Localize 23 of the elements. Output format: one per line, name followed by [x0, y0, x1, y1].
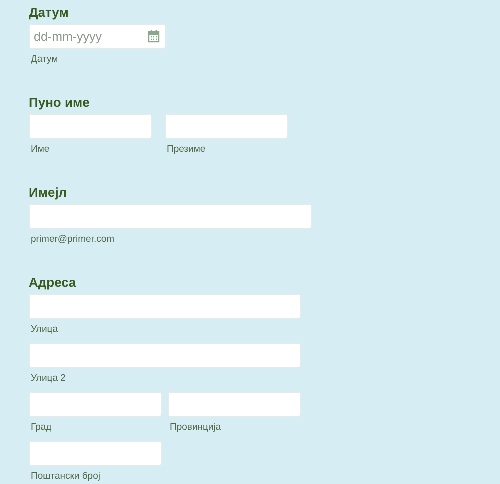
input-field[interactable] [29, 441, 162, 466]
section-label: Имејл [29, 185, 68, 200]
input-field[interactable] [168, 392, 301, 417]
field-caption: Улица 2 [31, 373, 67, 384]
input-field[interactable] [29, 294, 301, 319]
input-field[interactable] [29, 343, 301, 368]
calendar-icon[interactable] [148, 30, 160, 43]
input-field[interactable] [29, 204, 312, 229]
section-label: Датум [29, 5, 70, 20]
input-field[interactable] [165, 114, 288, 139]
field-caption: primer@primer.com [31, 234, 116, 245]
field-caption: Име [31, 144, 51, 155]
field-caption: Улица [31, 324, 59, 335]
date-field[interactable]: dd-mm-yyyy [29, 24, 166, 49]
section-label: Адреса [29, 275, 78, 290]
field-caption: Поштански број [31, 471, 102, 482]
field-caption: Презиме [167, 144, 207, 155]
field-caption: Датум [31, 54, 60, 65]
section-label: Пуно име [29, 95, 91, 110]
field-caption: Град [31, 422, 53, 433]
input-field[interactable] [29, 114, 152, 139]
input-field[interactable] [29, 392, 162, 417]
field-caption: Провинција [170, 422, 222, 433]
